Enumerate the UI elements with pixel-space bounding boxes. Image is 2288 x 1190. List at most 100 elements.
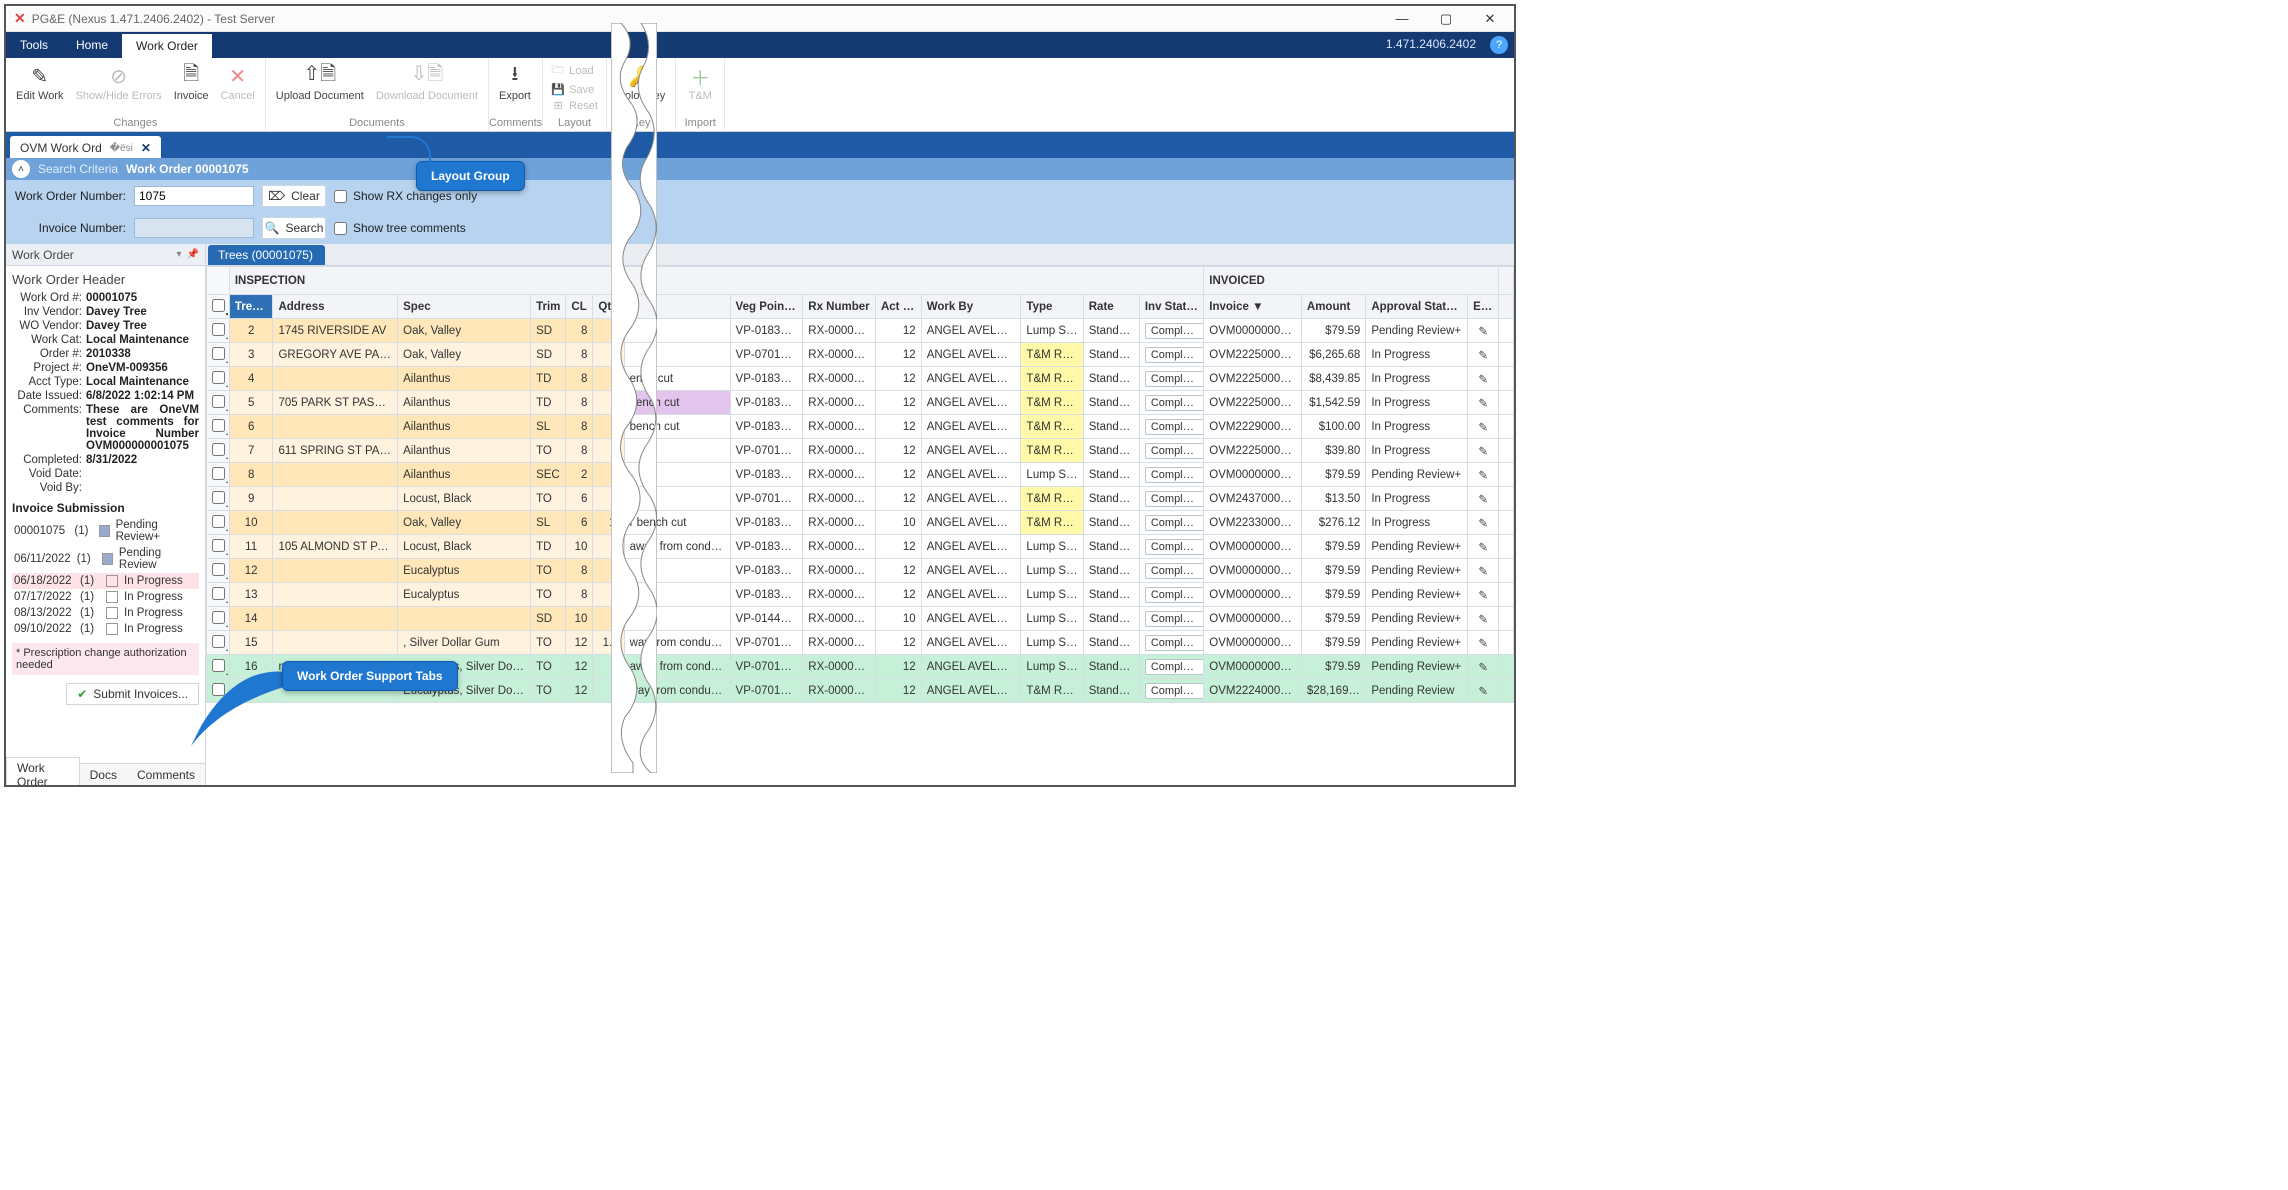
edit-row-button[interactable]: ✎ — [1468, 655, 1499, 679]
invoice-submission-row[interactable]: 09/10/2022(1)In Progress — [12, 621, 199, 637]
layout-load-button[interactable]: 🗁Load — [547, 60, 602, 81]
edit-row-button[interactable]: ✎ — [1468, 631, 1499, 655]
edit-row-button[interactable]: ✎ — [1468, 607, 1499, 631]
row-checkbox[interactable] — [212, 611, 225, 624]
inv-number-input[interactable] — [134, 218, 254, 238]
table-row[interactable]: 14SD10VP-01445134RX-0000105510ANGEL AVEL… — [207, 607, 1514, 631]
edit-row-button[interactable]: ✎ — [1468, 319, 1499, 343]
table-row[interactable]: 21745 RIVERSIDE AVOak, ValleySD8VP-01836… — [207, 319, 1514, 343]
invoice-submission-row[interactable]: 08/13/2022(1)In Progress — [12, 605, 199, 621]
row-checkbox[interactable] — [212, 467, 225, 480]
edit-row-button[interactable]: ✎ — [1468, 415, 1499, 439]
show-rx-checkbox[interactable] — [334, 190, 347, 203]
show-tree-comments-checkbox[interactable] — [334, 222, 347, 235]
table-row[interactable]: 7611 SPRING ST PASO ROBLESAilanthusTO8VP… — [207, 439, 1514, 463]
select-all-checkbox[interactable] — [212, 299, 225, 312]
edit-row-button[interactable]: ✎ — [1468, 367, 1499, 391]
col-qty[interactable]: Qty — [593, 295, 624, 319]
invoice-button[interactable]: 🗎Invoice — [168, 62, 215, 105]
table-row[interactable]: 10Oak, ValleySL61.r bench cutVP-01836303… — [207, 511, 1514, 535]
pin-icon[interactable]: �ësi — [110, 143, 133, 154]
edit-row-button[interactable]: ✎ — [1468, 439, 1499, 463]
table-row[interactable]: 11105 ALMOND ST PASO ROBLESLocust, Black… — [207, 535, 1514, 559]
tab-tools[interactable]: Tools — [6, 32, 62, 58]
row-checkbox[interactable] — [212, 443, 225, 456]
table-row[interactable]: 9Locust, BlackTO6VP-07012589RX-000010461… — [207, 487, 1514, 511]
row-checkbox[interactable] — [212, 635, 225, 648]
help-icon[interactable]: ? — [1490, 36, 1508, 54]
doc-tab-ovm-work-ord[interactable]: OVM Work Ord �ësi ✕ — [10, 136, 161, 158]
color-key-button[interactable]: 🔑Color Key — [611, 62, 671, 105]
row-checkbox[interactable] — [212, 323, 225, 336]
clear-button[interactable]: ⌦Clear — [262, 185, 326, 207]
table-row[interactable]: 4AilanthusTD8ench cutVP-01835101RX-00001… — [207, 367, 1514, 391]
row-checkbox[interactable] — [212, 347, 225, 360]
edit-work-button[interactable]: ✎Edit Work — [10, 62, 69, 105]
col-address[interactable]: Address — [273, 295, 398, 319]
trees-grid[interactable]: INSPECTION INVOICED Tree ▲ Address Spec … — [206, 266, 1514, 703]
col-rate[interactable]: Rate — [1083, 295, 1139, 319]
row-checkbox[interactable] — [212, 587, 225, 600]
edit-row-button[interactable]: ✎ — [1468, 463, 1499, 487]
minimize-button[interactable]: — — [1380, 6, 1424, 32]
col-veg-point[interactable]: Veg Point ID — [730, 295, 803, 319]
tab-work-order[interactable]: Work Order — [122, 32, 212, 58]
pin-panel-icon[interactable]: 📌 — [187, 249, 199, 260]
col-rx[interactable]: Rx Number — [803, 295, 876, 319]
wo-number-input[interactable] — [134, 186, 254, 206]
edit-row-button[interactable]: ✎ — [1468, 487, 1499, 511]
search-button[interactable]: 🔍Search — [262, 217, 326, 239]
collapse-icon[interactable]: ˄ — [12, 160, 30, 178]
invoice-submission-row[interactable]: 07/17/2022(1)In Progress — [12, 589, 199, 605]
row-checkbox[interactable] — [212, 563, 225, 576]
upload-document-button[interactable]: ⇧🗎Upload Document — [270, 62, 370, 105]
table-row[interactable]: 6AilanthusSL8bench cutVP-01835109RX-0000… — [207, 415, 1514, 439]
edit-row-button[interactable]: ✎ — [1468, 511, 1499, 535]
col-work-by[interactable]: Work By — [921, 295, 1021, 319]
table-row[interactable]: 8AilanthusSEC2VP-01836331RX-0000104512AN… — [207, 463, 1514, 487]
edit-row-button[interactable]: ✎ — [1468, 583, 1499, 607]
export-button[interactable]: ⭳Export — [493, 62, 537, 105]
col-edit[interactable]: Edit — [1468, 295, 1499, 319]
layout-save-button[interactable]: 💾Save — [547, 82, 602, 97]
row-checkbox[interactable] — [212, 371, 225, 384]
table-row[interactable]: 12EucalyptusTO8VP-01835127RX-0000105112A… — [207, 559, 1514, 583]
trees-tab[interactable]: Trees (00001075) — [208, 245, 325, 265]
invoice-submission-row[interactable]: 06/11/2022(1)Pending Review — [12, 545, 199, 573]
col-inv-status[interactable]: Inv Status — [1139, 295, 1203, 319]
col-trim[interactable]: Trim — [531, 295, 566, 319]
layout-reset-button[interactable]: ⊞Reset — [547, 98, 602, 113]
close-tab-icon[interactable]: ✕ — [141, 141, 151, 155]
close-button[interactable]: ✕ — [1468, 6, 1512, 32]
invoice-submission-row[interactable]: 06/18/2022(1)In Progress — [12, 573, 199, 589]
filter-icon[interactable]: ▼ — [1463, 301, 1468, 313]
row-checkbox[interactable] — [212, 515, 225, 528]
row-checkbox[interactable] — [212, 491, 225, 504]
maximize-button[interactable]: ▢ — [1424, 6, 1468, 32]
dropdown-icon[interactable]: ▾ — [177, 249, 182, 260]
row-checkbox[interactable] — [212, 419, 225, 432]
edit-row-button[interactable]: ✎ — [1468, 559, 1499, 583]
col-amount[interactable]: Amount — [1301, 295, 1365, 319]
table-row[interactable]: 5705 PARK ST PASO ROBLESAilanthusTD81ben… — [207, 391, 1514, 415]
tab-comments[interactable]: Comments — [127, 765, 205, 785]
tab-home[interactable]: Home — [62, 32, 122, 58]
row-checkbox[interactable] — [212, 539, 225, 552]
table-row[interactable]: 13EucalyptusTO8VP-01836336RX-0000105212A… — [207, 583, 1514, 607]
table-row[interactable]: 15, Silver Dollar GumTO121.0way from con… — [207, 631, 1514, 655]
filter-icon[interactable]: ▼ — [1252, 301, 1263, 313]
edit-row-button[interactable]: ✎ — [1468, 343, 1499, 367]
edit-row-button[interactable]: ✎ — [1468, 535, 1499, 559]
tab-docs[interactable]: Docs — [80, 765, 127, 785]
col-type[interactable]: Type — [1021, 295, 1083, 319]
invoice-submission-row[interactable]: 00001075(1)Pending Review+ — [12, 517, 199, 545]
edit-row-button[interactable]: ✎ — [1468, 679, 1499, 703]
col-invoice[interactable]: Invoice ▼ — [1204, 295, 1302, 319]
col-cl[interactable]: CL — [566, 295, 593, 319]
col-spec[interactable]: Spec — [398, 295, 531, 319]
submit-invoices-button[interactable]: ✔Submit Invoices... — [66, 683, 199, 705]
table-row[interactable]: 3GREGORY AVE PASO ROBLESOak, ValleySD8VP… — [207, 343, 1514, 367]
col-act-cl[interactable]: Act CL — [875, 295, 921, 319]
edit-row-button[interactable]: ✎ — [1468, 391, 1499, 415]
col-approval[interactable]: Approval Status ▼ — [1366, 295, 1468, 319]
